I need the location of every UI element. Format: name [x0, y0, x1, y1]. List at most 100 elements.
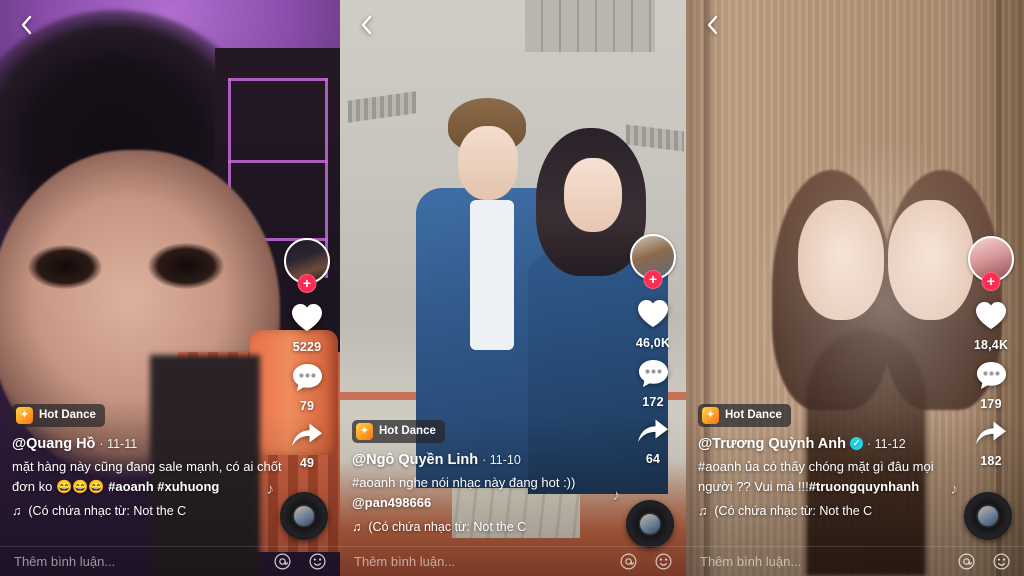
hot-dance-badge[interactable]: ✦ Hot Dance	[12, 403, 105, 427]
comment-bar-3[interactable]: Thêm bình luận...	[686, 546, 1024, 576]
action-rail-2: + 46,0K 172 64	[630, 234, 676, 474]
back-button[interactable]	[354, 12, 380, 38]
comment-bar-1[interactable]: Thêm bình luận...	[0, 546, 340, 576]
caption-block-3: ✦ Hot Dance @Trương Quỳnh Anh ✓ · 11-12 …	[698, 403, 968, 518]
description-line-1: mặt hàng này cũng đang sale mạnh, có ai …	[12, 458, 282, 474]
music-info[interactable]: ♫ (Có chứa nhạc từ: Not the C	[12, 504, 282, 518]
music-disc-art	[294, 506, 314, 526]
description-line-1: #aoanh nghe nói nhạc này đang hot :))	[352, 474, 576, 490]
music-disc-button[interactable]	[964, 492, 1012, 540]
video-description: #aoanh ủa có thấy chóng mặt gì đâu mọi n…	[698, 457, 968, 497]
at-sign-icon[interactable]	[620, 553, 637, 570]
username-text: @Trương Quỳnh Anh	[698, 435, 846, 452]
description-line-2: người ?? Vui mà !!!	[698, 478, 809, 494]
video-panel-2[interactable]: + 46,0K 172 64 ♪ ♩	[340, 0, 686, 576]
music-title: (Có chứa nhạc từ: Not the C	[368, 520, 527, 534]
like-button[interactable]: 18,4K	[974, 300, 1008, 352]
video-panel-3[interactable]: + 18,4K 179 182 ♪ ♩	[686, 0, 1024, 576]
video-subject-boy-face	[458, 126, 518, 200]
video-description: #aoanh nghe nói nhạc này đang hot :)) @p…	[352, 473, 622, 513]
username-text: @Quang Hồ	[12, 435, 96, 452]
music-info[interactable]: ♫ (Có chứa nhạc từ: Not the C	[352, 520, 622, 534]
music-disc-art	[640, 514, 660, 534]
comment-count: 172	[642, 395, 664, 409]
video-subject-girl-face	[564, 158, 622, 232]
comment-count: 79	[299, 399, 315, 413]
chevron-left-icon	[707, 15, 718, 35]
at-sign-icon[interactable]	[274, 553, 291, 570]
heart-icon	[974, 300, 1008, 336]
like-button[interactable]: 46,0K	[636, 298, 670, 350]
badge-label: Hot Dance	[39, 409, 96, 422]
comment-input-placeholder[interactable]: Thêm bình luận...	[14, 554, 256, 569]
music-disc-button[interactable]	[280, 492, 328, 540]
description-line-2[interactable]: @pan498666	[352, 495, 431, 510]
smiley-icon[interactable]	[309, 553, 326, 570]
video-description: mặt hàng này cũng đang sale mạnh, có ai …	[12, 457, 282, 497]
music-disc-button[interactable]	[626, 500, 674, 548]
share-button[interactable]: 182	[974, 419, 1008, 468]
video-shelf-line	[228, 160, 328, 163]
comment-bubble-icon	[975, 360, 1008, 395]
chevron-left-icon	[361, 15, 372, 35]
comment-count: 179	[980, 397, 1002, 411]
music-disc-art	[978, 506, 998, 526]
post-date: · 11-12	[866, 436, 906, 451]
comment-input-placeholder[interactable]: Thêm bình luận...	[700, 554, 940, 569]
creator-avatar-button[interactable]: +	[968, 236, 1014, 291]
creator-avatar-button[interactable]: +	[284, 238, 330, 293]
hashtags[interactable]: #aoanh #xuhuong	[108, 479, 219, 494]
comment-button[interactable]: 179	[975, 360, 1008, 411]
action-rail-1: + 5229 79 49	[284, 238, 330, 478]
comment-button[interactable]: 172	[637, 358, 670, 409]
music-note-icon: ♫	[12, 504, 22, 518]
share-button[interactable]: 64	[636, 417, 670, 466]
three-panel-video-feed: + 5229 79 49 ♪ ♩	[0, 0, 1024, 576]
like-count: 18,4K	[973, 338, 1009, 352]
like-count: 46,0K	[635, 336, 671, 350]
sparkle-icon: ✦	[702, 406, 719, 424]
post-date: · 11-11	[99, 436, 138, 451]
at-sign-icon[interactable]	[958, 553, 975, 570]
smiley-icon[interactable]	[993, 553, 1010, 570]
verified-badge-icon: ✓	[849, 437, 863, 451]
comment-bar-2[interactable]: Thêm bình luận...	[340, 546, 686, 576]
hashtags[interactable]: #truongquynhanh	[809, 479, 920, 494]
back-button[interactable]	[14, 12, 40, 38]
username-link[interactable]: @Trương Quỳnh Anh ✓ · 11-12	[698, 436, 968, 452]
video-panel-1[interactable]: + 5229 79 49 ♪ ♩	[0, 0, 340, 576]
chevron-left-icon	[21, 15, 32, 35]
username-link[interactable]: @Quang Hồ · 11-11	[12, 436, 282, 452]
video-shelf-line	[228, 78, 328, 81]
hot-dance-badge[interactable]: ✦ Hot Dance	[352, 419, 445, 443]
like-count: 5229	[292, 340, 322, 354]
sparkle-icon: ✦	[16, 406, 33, 424]
music-title: (Có chứa nhạc từ: Not the C	[714, 504, 873, 518]
comment-input-placeholder[interactable]: Thêm bình luận...	[354, 554, 602, 569]
follow-button[interactable]: +	[643, 270, 663, 289]
follow-button[interactable]: +	[981, 272, 1001, 291]
follow-button[interactable]: +	[297, 274, 317, 293]
share-arrow-icon	[636, 417, 670, 450]
share-button[interactable]: 49	[290, 421, 324, 470]
share-arrow-icon	[290, 421, 324, 454]
hot-dance-badge[interactable]: ✦ Hot Dance	[698, 403, 791, 427]
back-button[interactable]	[700, 12, 726, 38]
music-note-icon: ♫	[698, 504, 708, 518]
action-rail-3: + 18,4K 179 182	[968, 236, 1014, 476]
smiley-icon[interactable]	[655, 553, 672, 570]
share-count: 182	[980, 454, 1002, 468]
like-button[interactable]: 5229	[290, 302, 324, 354]
video-ceiling-vent	[348, 91, 416, 123]
music-note-icon: ♫	[352, 520, 362, 534]
creator-avatar-button[interactable]: +	[630, 234, 676, 289]
video-window	[525, 0, 655, 52]
music-info[interactable]: ♫ (Có chứa nhạc từ: Not the C	[698, 504, 968, 518]
share-count: 64	[645, 452, 661, 466]
badge-label: Hot Dance	[379, 425, 436, 438]
description-line-1: #aoanh ủa có thấy chóng mặt gì đâu mọi	[698, 458, 934, 474]
username-link[interactable]: @Ngô Quyền Linh · 11-10	[352, 452, 622, 468]
comment-button[interactable]: 79	[291, 362, 324, 413]
video-ceiling-vent	[626, 124, 684, 152]
share-arrow-icon	[974, 419, 1008, 452]
